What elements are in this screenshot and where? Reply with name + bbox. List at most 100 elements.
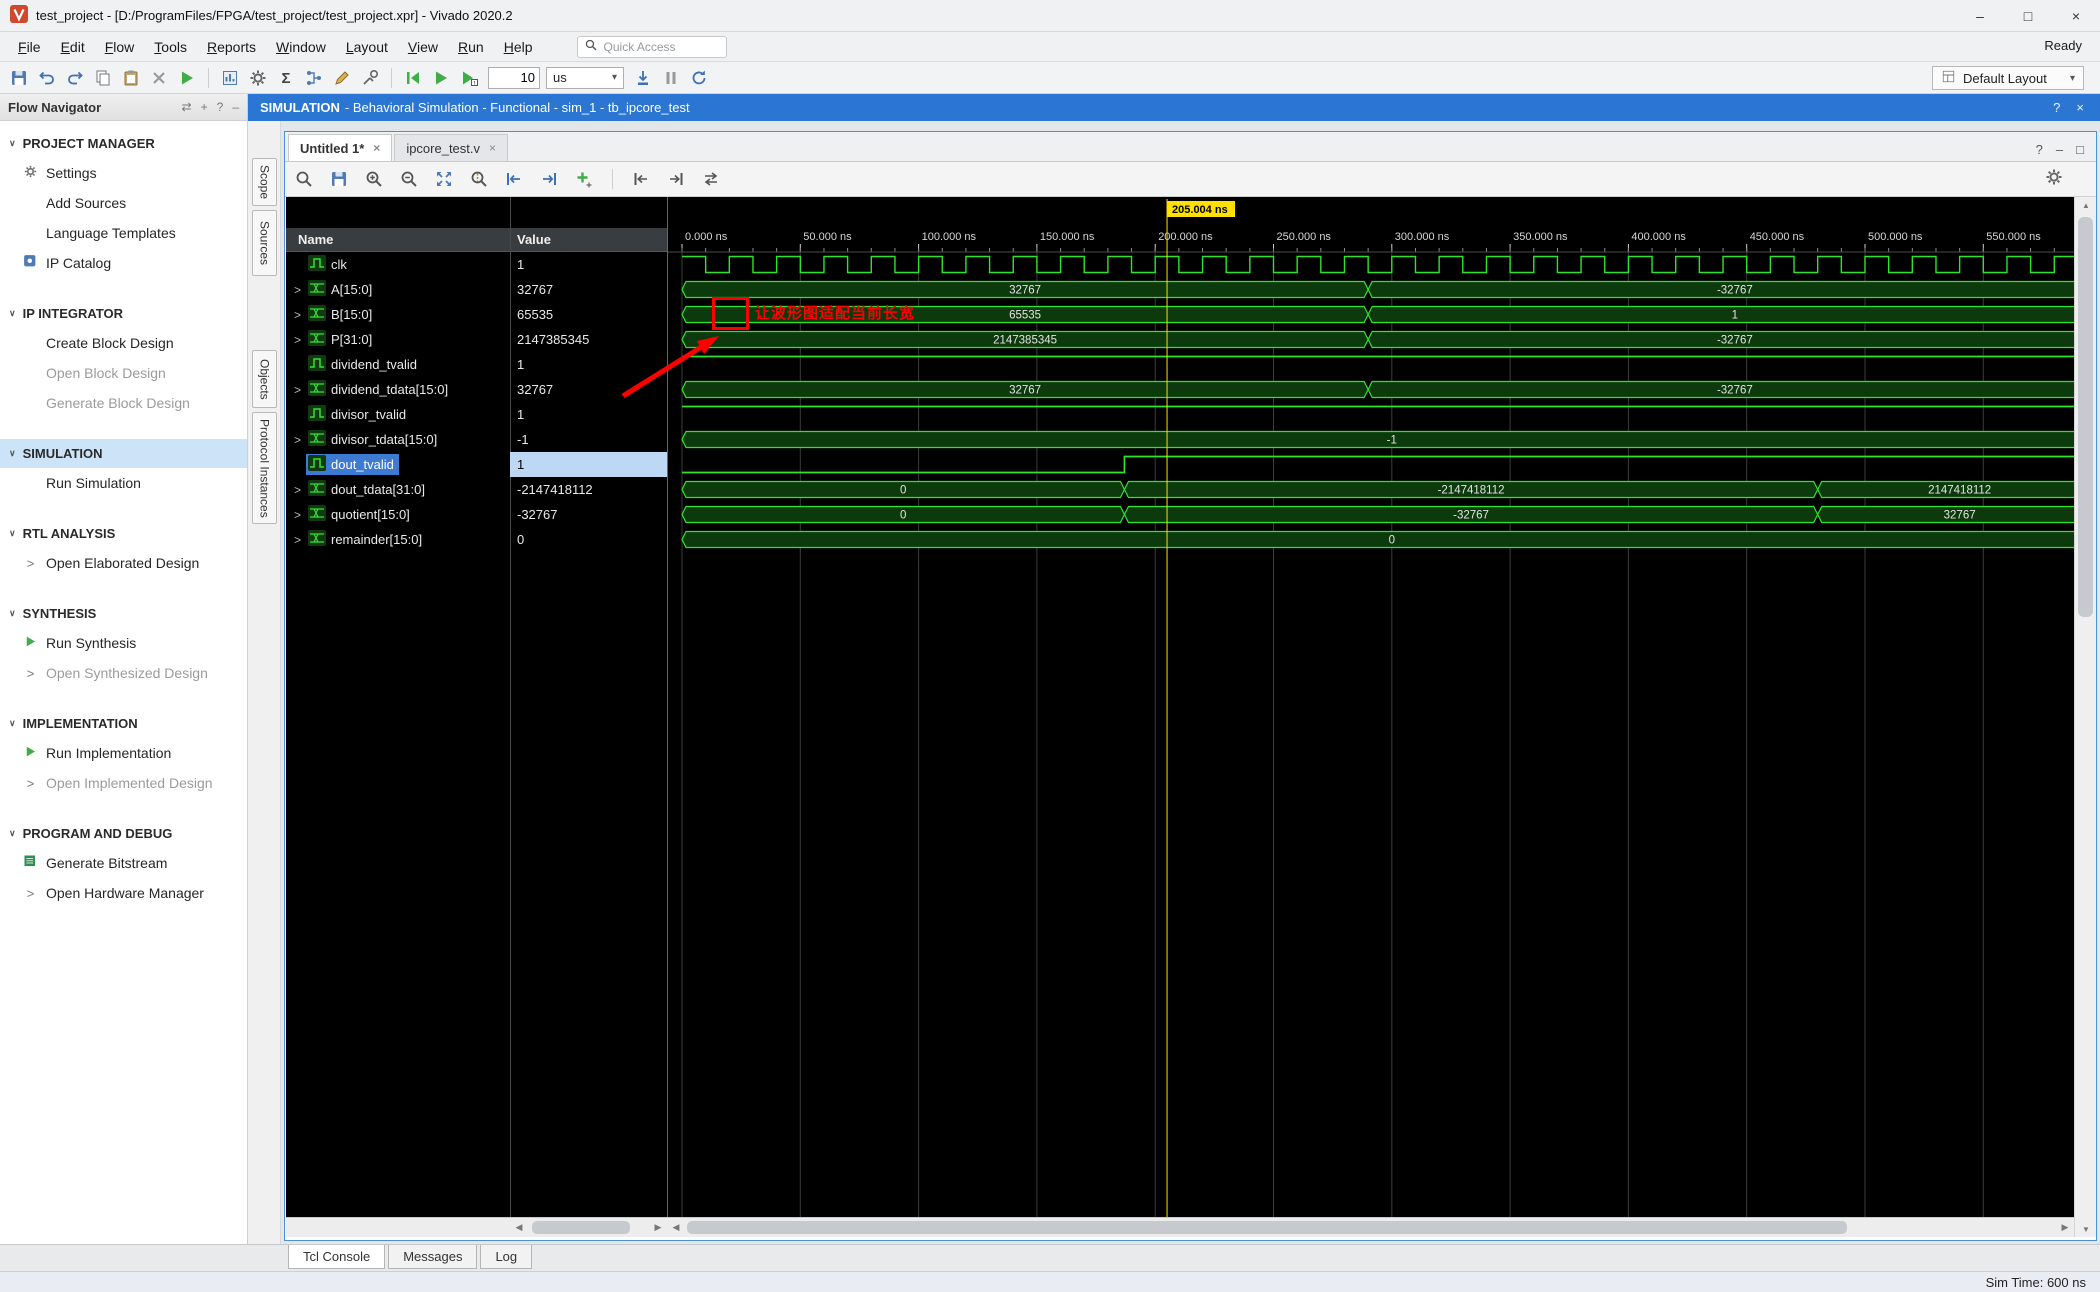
fn-item-open-hardware-manager[interactable]: > Open Hardware Manager: [0, 878, 247, 908]
copy-icon[interactable]: [90, 65, 116, 91]
zoom-fit-icon[interactable]: [431, 166, 457, 192]
side-tab-protocol-instances[interactable]: Protocol Instances: [252, 412, 277, 524]
expand-chevron-icon[interactable]: >: [294, 308, 306, 322]
undo-icon[interactable]: [34, 65, 60, 91]
signal-row-dividend_tdata150[interactable]: > dividend_tdata[15:0] 32767: [286, 377, 667, 402]
menu-reports[interactable]: Reports: [197, 35, 266, 59]
expand-chevron-icon[interactable]: >: [294, 383, 306, 397]
signal-table[interactable]: Name Value clk 1 > A[15:0] 32767 > B[15:0] 6553…: [286, 197, 667, 1217]
context-help-icon[interactable]: ?: [2053, 100, 2060, 115]
signal-row-A150[interactable]: > A[15:0] 32767: [286, 277, 667, 302]
side-tab-scope[interactable]: Scope: [252, 158, 277, 206]
quick-access-search[interactable]: Quick Access: [576, 35, 727, 58]
fn-item-run-synthesis[interactable]: Run Synthesis: [0, 628, 247, 658]
expand-chevron-icon[interactable]: >: [294, 533, 306, 547]
menu-flow[interactable]: Flow: [95, 35, 145, 59]
add-marker-icon[interactable]: [571, 166, 597, 192]
signal-name-cell[interactable]: > B[15:0]: [286, 302, 510, 327]
vertical-scroll-thumb[interactable]: [2078, 217, 2093, 617]
pause-icon[interactable]: [658, 65, 684, 91]
signal-row-B150[interactable]: > B[15:0] 65535: [286, 302, 667, 327]
signal-row-dout_tvalid[interactable]: dout_tvalid 1: [286, 452, 667, 477]
fn-section-simulation[interactable]: ∨ SIMULATION: [0, 439, 247, 468]
expand-chevron-icon[interactable]: >: [294, 433, 306, 447]
signal-value-cell[interactable]: -1: [510, 427, 667, 452]
console-tab-tcl-console[interactable]: Tcl Console: [288, 1245, 386, 1269]
fn-swap-icon[interactable]: ⇄: [182, 100, 192, 114]
fn-item-open-implemented-design[interactable]: > Open Implemented Design: [0, 768, 247, 798]
run-flow-icon[interactable]: [174, 65, 200, 91]
signal-name-cell[interactable]: > dout_tdata[31:0]: [286, 477, 510, 502]
scroll-right-icon[interactable]: ▶: [2056, 1218, 2074, 1237]
probe-icon[interactable]: [357, 65, 383, 91]
save-wave-config-icon[interactable]: [326, 166, 352, 192]
signal-row-remainder150[interactable]: > remainder[15:0] 0: [286, 527, 667, 552]
scroll-down-icon[interactable]: ▼: [2075, 1221, 2097, 1237]
signal-row-divisor_tdata150[interactable]: > divisor_tdata[15:0] -1: [286, 427, 667, 452]
zoom-out-icon[interactable]: [396, 166, 422, 192]
step-icon[interactable]: [630, 65, 656, 91]
previous-transition-icon[interactable]: [501, 166, 527, 192]
scroll-left-icon[interactable]: ◀: [667, 1218, 685, 1237]
fn-help-icon[interactable]: ?: [217, 100, 224, 114]
redo-icon[interactable]: [62, 65, 88, 91]
fn-item-run-simulation[interactable]: Run Simulation: [0, 468, 247, 498]
signal-value-cell[interactable]: 1: [510, 402, 667, 427]
signal-value-cell[interactable]: -32767: [510, 502, 667, 527]
fn-item-ip-catalog[interactable]: IP Catalog: [0, 248, 247, 278]
signal-value-cell[interactable]: 65535: [510, 302, 667, 327]
signal-name-cell[interactable]: > P[31:0]: [286, 327, 510, 352]
console-tab-messages[interactable]: Messages: [388, 1245, 478, 1269]
signal-name-cell[interactable]: dout_tvalid: [286, 452, 510, 477]
signal-name-cell[interactable]: > remainder[15:0]: [286, 527, 510, 552]
scroll-up-icon[interactable]: ▲: [2075, 197, 2097, 213]
signal-name-cell[interactable]: > A[15:0]: [286, 277, 510, 302]
fn-item-add-sources[interactable]: Add Sources: [0, 188, 247, 218]
zoom-to-cursor-icon[interactable]: [466, 166, 492, 192]
panel-minimize-icon[interactable]: –: [2056, 142, 2063, 157]
close-icon[interactable]: ×: [489, 141, 496, 155]
save-project-icon[interactable]: [6, 65, 32, 91]
menu-file[interactable]: File: [8, 35, 51, 59]
expand-chevron-icon[interactable]: >: [294, 483, 306, 497]
expand-chevron-icon[interactable]: >: [294, 283, 306, 297]
fn-section-implementation[interactable]: ∨ IMPLEMENTATION: [0, 709, 247, 738]
signal-value-cell[interactable]: 1: [510, 352, 667, 377]
wave-settings-gear-icon[interactable]: [2044, 167, 2064, 190]
run-all-icon[interactable]: [428, 65, 454, 91]
signal-value-cell[interactable]: 2147385345: [510, 327, 667, 352]
fn-add-icon[interactable]: +: [201, 100, 208, 114]
signal-name-cell[interactable]: > dividend_tdata[15:0]: [286, 377, 510, 402]
signal-value-cell[interactable]: 32767: [510, 377, 667, 402]
swap-cursors-icon[interactable]: [698, 166, 724, 192]
fn-section-synthesis[interactable]: ∨ SYNTHESIS: [0, 599, 247, 628]
next-transition-icon[interactable]: [536, 166, 562, 192]
menu-run[interactable]: Run: [448, 35, 494, 59]
fn-section-rtl-analysis[interactable]: ∨ RTL ANALYSIS: [0, 519, 247, 548]
run-time-input[interactable]: [488, 66, 540, 89]
fn-item-language-templates[interactable]: Language Templates: [0, 218, 247, 248]
expand-chevron-icon[interactable]: >: [294, 333, 306, 347]
relaunch-icon[interactable]: [686, 65, 712, 91]
signal-row-P310[interactable]: > P[31:0] 2147385345: [286, 327, 667, 352]
menu-layout[interactable]: Layout: [336, 35, 398, 59]
fn-item-open-block-design[interactable]: Open Block Design: [0, 358, 247, 388]
signal-name-cell[interactable]: clk: [286, 252, 510, 277]
find-icon[interactable]: [291, 166, 317, 192]
delete-icon[interactable]: [146, 65, 172, 91]
close-icon[interactable]: ×: [373, 141, 380, 155]
restart-simulation-icon[interactable]: [400, 65, 426, 91]
fn-item-open-synthesized-design[interactable]: > Open Synthesized Design: [0, 658, 247, 688]
reports-icon[interactable]: [217, 65, 243, 91]
go-to-time-0-icon[interactable]: [628, 166, 654, 192]
signal-name-cell[interactable]: dividend_tvalid: [286, 352, 510, 377]
zoom-in-icon[interactable]: [361, 166, 387, 192]
fn-item-create-block-design[interactable]: Create Block Design: [0, 328, 247, 358]
signal-value-cell[interactable]: 0: [510, 527, 667, 552]
expand-chevron-icon[interactable]: >: [294, 508, 306, 522]
edit-icon[interactable]: [329, 65, 355, 91]
console-tab-log[interactable]: Log: [480, 1245, 533, 1269]
signal-name-cell[interactable]: divisor_tvalid: [286, 402, 510, 427]
signal-name-cell[interactable]: > divisor_tdata[15:0]: [286, 427, 510, 452]
minimize-button[interactable]: –: [1956, 0, 2004, 31]
